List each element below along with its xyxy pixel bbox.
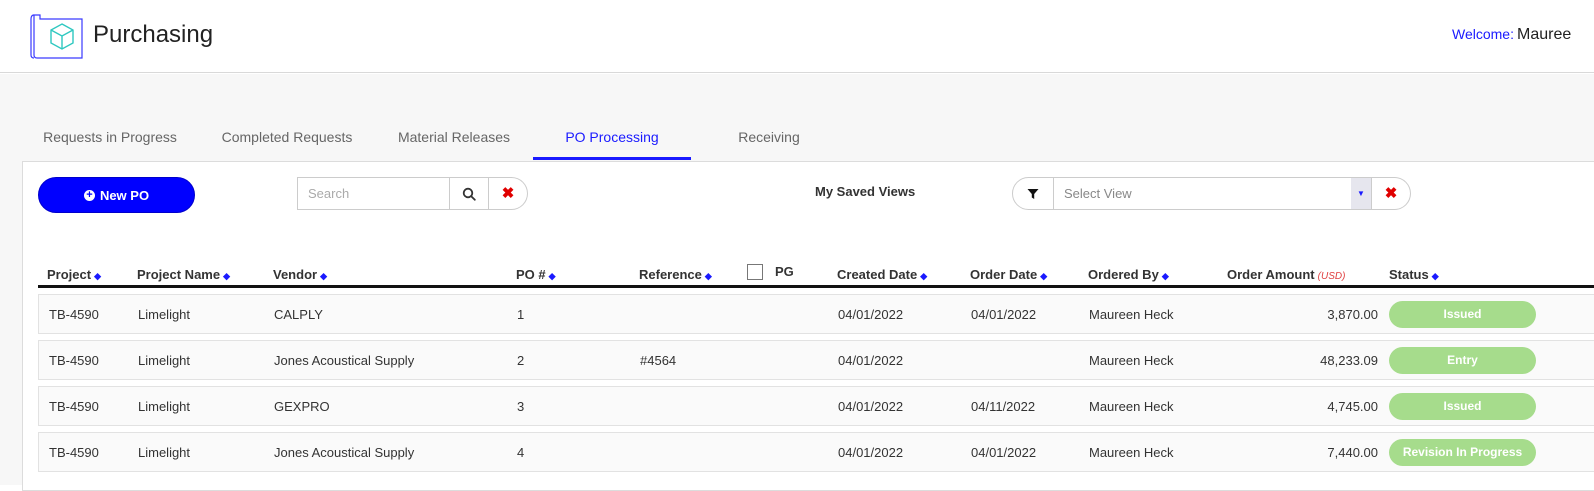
plus-circle-icon: + bbox=[83, 189, 95, 201]
column-header-order-date[interactable]: Order Date ◆ bbox=[970, 267, 1047, 282]
currency-unit: (USD) bbox=[1317, 271, 1346, 282]
cell-vendor: Jones Acoustical Supply bbox=[274, 445, 415, 460]
column-header-vendor[interactable]: Vendor ◆ bbox=[273, 267, 327, 282]
cell-project-name: Limelight bbox=[138, 445, 191, 460]
table-header: Project ◆ Project Name ◆ Vendor ◆ PO # ◆ Ref… bbox=[38, 263, 1594, 288]
search-icon bbox=[462, 187, 476, 201]
cell-created: 04/01/2022 bbox=[838, 445, 904, 460]
select-view-dropdown[interactable]: Select View ▼ bbox=[1054, 177, 1372, 210]
cell-order-amount: 7,440.00 bbox=[1327, 445, 1378, 460]
sort-icon: ◆ bbox=[320, 271, 327, 281]
search-group: ✖ bbox=[297, 177, 528, 210]
table-row[interactable]: TB-4590 Limelight CALPLY 1 04/01/2022 04/01/2… bbox=[38, 294, 1594, 334]
status-badge[interactable]: Issued bbox=[1389, 393, 1536, 420]
cell-ordered-by: Maureen Heck bbox=[1089, 399, 1174, 414]
select-view-placeholder: Select View bbox=[1064, 186, 1132, 201]
close-icon: ✖ bbox=[501, 185, 515, 202]
new-po-label: New PO bbox=[99, 187, 150, 203]
tab-material-releases[interactable]: Material Releases bbox=[386, 114, 522, 160]
app-title: Purchasing bbox=[93, 21, 214, 48]
cell-order-amount: 3,870.00 bbox=[1327, 307, 1378, 322]
pg-select-all-checkbox[interactable] bbox=[747, 264, 763, 280]
purchasing-logo-icon bbox=[28, 11, 84, 61]
tab-po-processing[interactable]: PO Processing bbox=[533, 114, 691, 160]
table-body: TB-4590 Limelight CALPLY 1 04/01/2022 04/01/2… bbox=[38, 294, 1594, 472]
column-header-created-date[interactable]: Created Date ◆ bbox=[837, 267, 927, 282]
tab-receiving[interactable]: Receiving bbox=[722, 114, 816, 160]
cell-ordered-by: Maureen Heck bbox=[1089, 445, 1174, 460]
cell-po: 1 bbox=[517, 307, 525, 322]
clear-view-button[interactable]: ✖ bbox=[1372, 177, 1411, 210]
cell-vendor: GEXPRO bbox=[274, 399, 330, 414]
tab-completed-requests[interactable]: Completed Requests bbox=[210, 114, 364, 160]
sort-icon: ◆ bbox=[1040, 271, 1048, 281]
cell-ordered: 04/11/2022 bbox=[971, 399, 1036, 414]
cell-po: 2 bbox=[517, 353, 525, 368]
cell-po: 3 bbox=[517, 399, 525, 414]
status-badge[interactable]: Issued bbox=[1389, 301, 1536, 328]
filter-icon bbox=[1027, 188, 1039, 199]
search-button[interactable] bbox=[450, 177, 489, 210]
column-header-status[interactable]: Status ◆ bbox=[1389, 267, 1439, 282]
sort-icon: ◆ bbox=[920, 271, 928, 281]
column-header-po-number[interactable]: PO # ◆ bbox=[516, 267, 556, 282]
column-header-project[interactable]: Project ◆ bbox=[47, 267, 101, 282]
chevron-down-icon: ▼ bbox=[1351, 178, 1371, 209]
cell-ordered: 04/01/2022 bbox=[971, 307, 1037, 322]
column-header-pg: PG bbox=[747, 264, 794, 280]
close-icon: ✖ bbox=[1384, 185, 1398, 202]
cell-order-amount: 4,745.00 bbox=[1327, 399, 1378, 414]
new-po-button[interactable]: + New PO bbox=[38, 177, 195, 213]
cell-project: TB-4590 bbox=[49, 307, 99, 322]
cell-reference: #4564 bbox=[640, 353, 677, 368]
cell-project: TB-4590 bbox=[49, 353, 99, 368]
cell-project-name: Limelight bbox=[138, 399, 191, 414]
cell-ordered-by: Maureen Heck bbox=[1089, 353, 1174, 368]
cell-created: 04/01/2022 bbox=[838, 399, 904, 414]
cell-vendor: Jones Acoustical Supply bbox=[274, 353, 415, 368]
sort-icon: ◆ bbox=[1431, 271, 1439, 281]
saved-views-group: Select View ▼ ✖ bbox=[1012, 177, 1411, 210]
cell-po: 4 bbox=[517, 445, 525, 460]
column-header-project-name[interactable]: Project Name ◆ bbox=[137, 267, 230, 282]
cell-created: 04/01/2022 bbox=[838, 353, 904, 368]
table-row[interactable]: TB-4590 Limelight Jones Acoustical Supply 4… bbox=[38, 432, 1594, 472]
column-header-order-amount[interactable]: Order Amount (USD) bbox=[1227, 267, 1345, 282]
tab-requests-in-progress[interactable]: Requests in Progress bbox=[22, 114, 198, 160]
filter-button[interactable] bbox=[1012, 177, 1054, 210]
cell-ordered: 04/01/2022 bbox=[971, 445, 1037, 460]
saved-views-label: My Saved Views bbox=[815, 184, 916, 199]
cell-order-amount: 48,233.09 bbox=[1320, 353, 1378, 368]
clear-search-button[interactable]: ✖ bbox=[489, 177, 528, 210]
cell-vendor: CALPLY bbox=[274, 307, 323, 322]
table-row[interactable]: TB-4590 Limelight Jones Acoustical Supply 2… bbox=[38, 340, 1594, 380]
sort-icon: ◆ bbox=[1161, 271, 1169, 281]
sort-icon: ◆ bbox=[223, 271, 231, 281]
app-header: Purchasing Welcome: Mauree bbox=[0, 0, 1594, 73]
sort-icon: ◆ bbox=[548, 271, 556, 281]
po-table: Project ◆ Project Name ◆ Vendor ◆ PO # ◆ Ref… bbox=[38, 263, 1594, 472]
search-input[interactable] bbox=[297, 177, 450, 210]
status-badge[interactable]: Revision In Progress bbox=[1389, 439, 1536, 466]
cell-created: 04/01/2022 bbox=[838, 307, 904, 322]
column-header-ordered-by[interactable]: Ordered By ◆ bbox=[1088, 267, 1169, 282]
table-row[interactable]: TB-4590 Limelight GEXPRO 3 04/01/2022 04/11/2… bbox=[38, 386, 1594, 426]
sort-icon: ◆ bbox=[704, 271, 712, 281]
cell-project: TB-4590 bbox=[49, 445, 99, 460]
cell-project-name: Limelight bbox=[138, 353, 191, 368]
cell-project: TB-4590 bbox=[49, 399, 99, 414]
status-badge[interactable]: Entry bbox=[1389, 347, 1536, 374]
column-header-reference[interactable]: Reference ◆ bbox=[639, 267, 712, 282]
cell-project-name: Limelight bbox=[138, 307, 191, 322]
cell-ordered-by: Maureen Heck bbox=[1089, 307, 1174, 322]
welcome-user: Welcome: Mauree bbox=[1452, 26, 1571, 44]
sort-icon: ◆ bbox=[94, 271, 101, 281]
welcome-label: Welcome: bbox=[1452, 26, 1514, 42]
user-name[interactable]: Mauree bbox=[1517, 26, 1571, 43]
